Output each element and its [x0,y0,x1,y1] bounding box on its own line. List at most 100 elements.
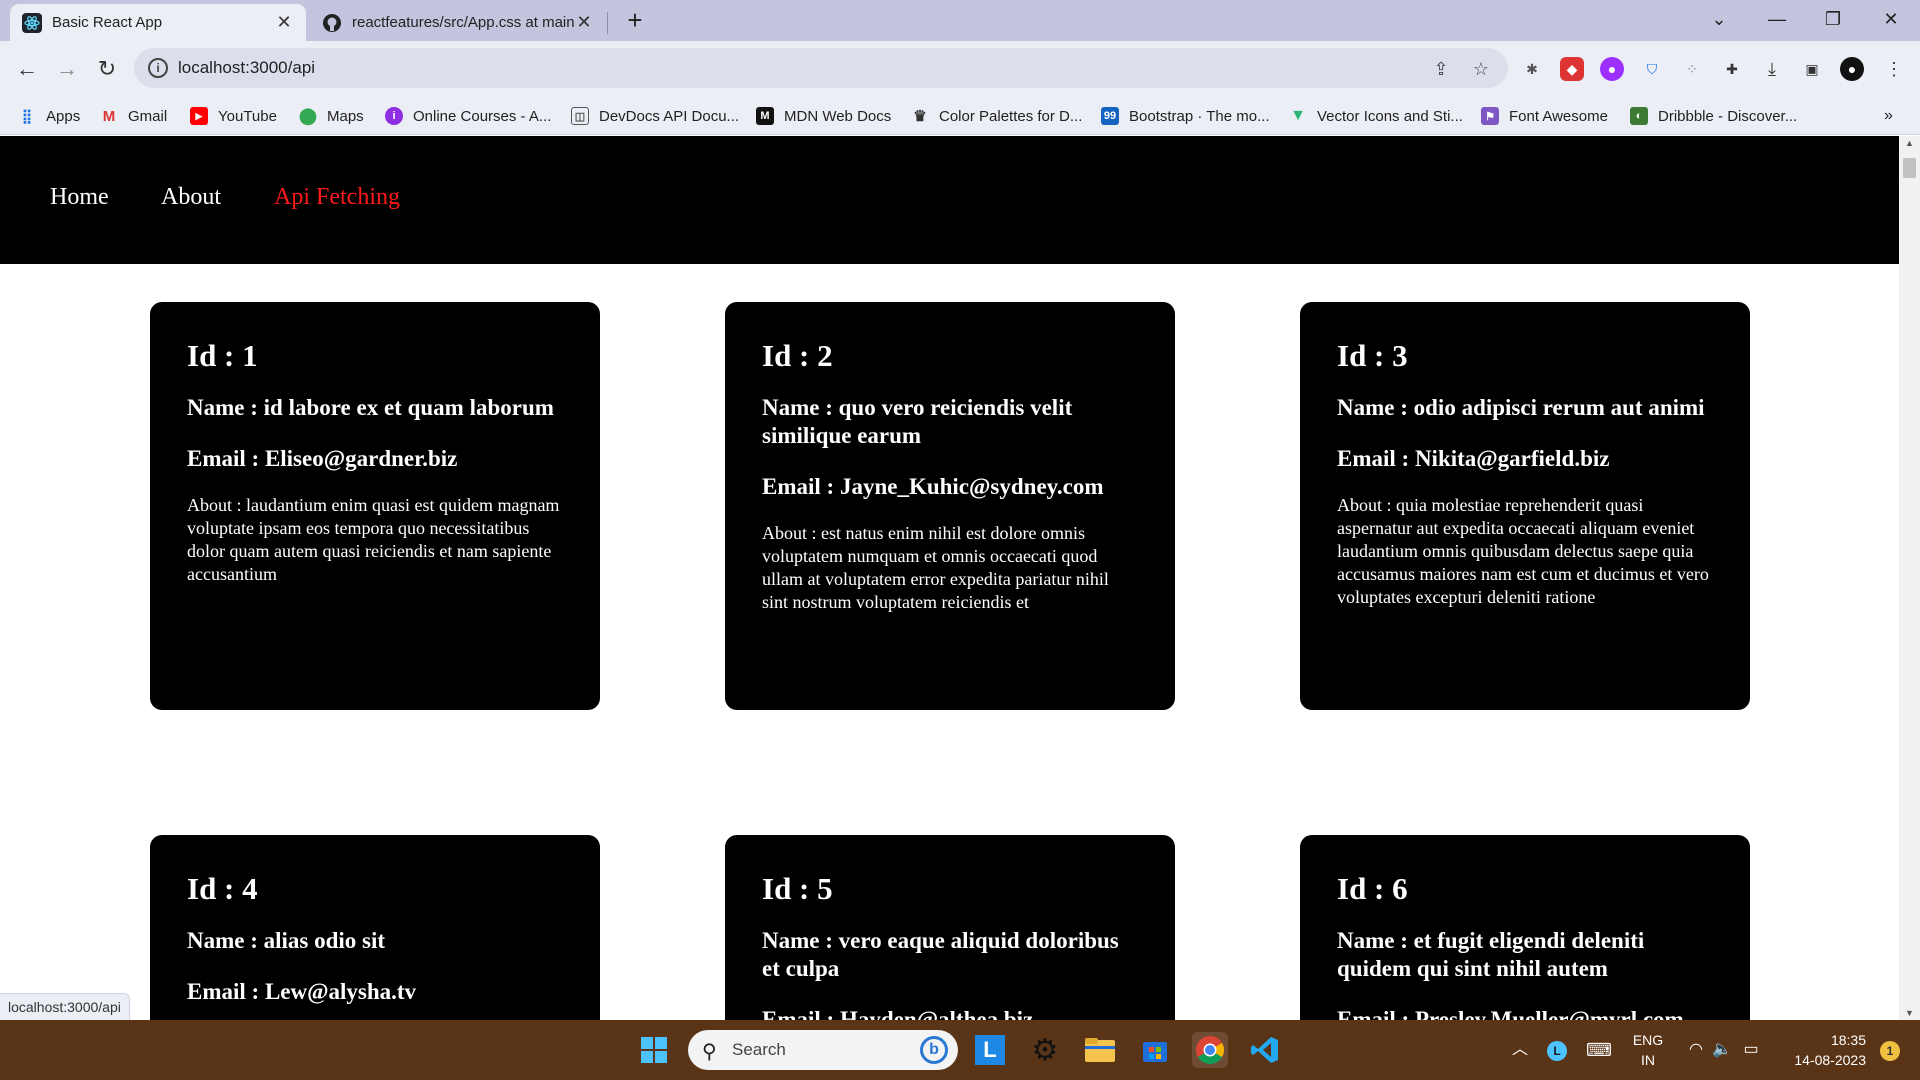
card-id: Id : 1 [187,338,258,373]
bookmark-online-courses[interactable]: i Online Courses - A... [385,106,551,126]
bookmark-gmail[interactable]: M Gmail [100,106,167,126]
card-about: About : est natus enim nihil est dolore … [762,523,1109,612]
bookmark-label: MDN Web Docs [784,107,892,125]
scroll-up-icon[interactable]: ▲ [1899,138,1920,148]
close-tab-icon[interactable]: ✕ [274,12,294,33]
card-email: Email : Lew@alysha.tv [187,979,417,1004]
extension-shield-icon[interactable]: ⛉ [1640,57,1664,81]
nav-api-fetching-link[interactable]: Api Fetching [274,184,400,211]
bookmark-devdocs[interactable]: ◫ DevDocs API Docu... [571,106,739,126]
card-name: Name : alias odio sit [187,928,386,953]
bookmark-label: YouTube [218,107,277,125]
tab-title: reactfeatures/src/App.css at main [352,14,574,31]
tab-basic-react-app[interactable]: Basic React App ✕ [10,4,306,41]
more-bookmarks-icon[interactable]: » [1884,106,1893,126]
clock[interactable]: 18:35 14-08-2023 [1770,1020,1866,1080]
bookmark-label: Bootstrap · The mo... [1129,107,1270,125]
clock-time: 18:35 [1830,1032,1866,1048]
bookmark-vector-icons[interactable]: ▼ Vector Icons and Sti... [1289,106,1463,126]
download-icon[interactable]: ⤓ [1760,57,1784,81]
bing-icon[interactable]: b [920,1036,948,1064]
tab-strip: Basic React App ✕ reactfeatures/src/App.… [0,0,1920,41]
card-id: Id : 2 [762,338,833,373]
card-email: Email : Jayne_Kuhic@sydney.com [762,474,1104,499]
url-text[interactable]: localhost:3000/api [178,58,315,78]
bookmark-label: Gmail [128,107,168,125]
bookmark-label: Online Courses - A... [413,107,552,125]
tray-chevron-up-icon[interactable]: ︿ [1508,1020,1532,1080]
github-icon [322,13,342,33]
extensions-puzzle-icon[interactable]: ✚ [1720,57,1744,81]
microsoft-store-icon[interactable] [1137,1032,1173,1068]
card-name: Name : vero eaque aliquid doloribus et c… [762,928,1119,981]
profile-avatar[interactable]: ● [1840,57,1864,81]
close-tab-icon[interactable]: ✕ [574,12,594,33]
react-logo-icon [22,12,42,33]
keyboard-icon[interactable]: ⌨ [1584,1020,1614,1080]
volume-icon[interactable]: 🔈 [1710,1020,1734,1080]
bookmark-mdn[interactable]: M MDN Web Docs [756,106,891,126]
bookmark-label: Vector Icons and Sti... [1317,107,1463,125]
back-icon[interactable]: ← [11,53,43,85]
bookmarks-bar: ⣿ Apps M Gmail ▶ YouTube ⬤ Maps i Online… [0,97,1920,135]
card-email: Email : Presley.Mueller@myrl.com [1337,1007,1684,1020]
search-label: Search [732,1040,786,1059]
battery-icon[interactable]: ▭ [1738,1020,1764,1080]
tab-search-chevron-icon[interactable]: ⌄ [1694,0,1744,40]
minimize-icon[interactable]: — [1752,0,1802,40]
scroll-down-icon[interactable]: ▼ [1899,1008,1920,1018]
user-card: Id : 4 Name : alias odio sit Email : Lew… [150,835,600,1020]
page-scrollbar[interactable]: ▲ ▼ [1899,136,1920,1020]
tray-app-icon[interactable]: L [1544,1020,1570,1080]
extension-bug-icon[interactable]: ✱ [1520,57,1544,81]
restore-icon[interactable]: ❐ [1808,0,1858,40]
nav-about-link[interactable]: About [161,184,221,211]
card-name: Name : quo vero reiciendis velit similiq… [762,395,1073,448]
windows-start-icon[interactable] [636,1032,672,1068]
bookmark-color-palettes[interactable]: ♛ Color Palettes for D... [911,106,1082,126]
card-name: Name : id labore ex et quam laborum [187,395,554,420]
site-info-icon[interactable]: i [148,58,168,78]
file-explorer-icon[interactable] [1082,1032,1118,1068]
bookmark-label: Maps [327,107,364,125]
user-card: Id : 2 Name : quo vero reiciendis velit … [725,302,1175,710]
bookmark-maps[interactable]: ⬤ Maps [299,106,364,126]
taskbar-search-box[interactable]: ⚲ Search b [688,1030,958,1070]
card-email: Email : Eliseo@gardner.biz [187,446,458,471]
mdn-icon: M [756,107,774,125]
fontawesome-icon: ⚑ [1481,107,1499,125]
card-name: Name : et fugit eligendi deleniti quidem… [1337,928,1645,981]
share-icon[interactable]: ⇪ [1430,58,1452,80]
card-id: Id : 4 [187,871,258,906]
page-viewport: Home About Api Fetching Id : 1 Name : id… [0,136,1899,1020]
app-l-icon[interactable]: L [972,1032,1008,1068]
nav-home-link[interactable]: Home [50,184,109,211]
settings-gear-icon[interactable]: ⚙ [1027,1032,1063,1068]
close-window-icon[interactable]: ✕ [1866,0,1916,40]
extension-red-icon[interactable]: ◆ [1560,57,1584,81]
extension-purple-icon[interactable]: ● [1600,57,1624,81]
tab-github-app-css[interactable]: reactfeatures/src/App.css at main ✕ [310,4,606,41]
chrome-icon[interactable] [1192,1032,1228,1068]
bookmark-star-icon[interactable]: ☆ [1470,58,1492,80]
notification-badge[interactable]: 1 [1872,1020,1908,1080]
reload-icon[interactable]: ↻ [91,53,123,85]
forward-icon[interactable]: → [51,53,83,85]
bookmark-apps[interactable]: ⣿ Apps [18,106,80,126]
vector-icon: ▼ [1290,107,1306,124]
card-name: Name : odio adipisci rerum aut animi [1337,395,1705,420]
extension-sparkle-icon[interactable]: ⁘ [1680,57,1704,81]
new-tab-icon[interactable]: + [620,6,650,36]
vscode-icon[interactable] [1247,1032,1283,1068]
language-indicator[interactable]: ENG IN [1620,1020,1676,1080]
bookmark-bootstrap[interactable]: 99 Bootstrap · The mo... [1101,106,1270,126]
menu-kebab-icon[interactable]: ⋮ [1882,57,1906,81]
wifi-icon[interactable]: ◠ [1684,1020,1708,1080]
address-bar[interactable]: i localhost:3000/api ⇪ ☆ [134,48,1508,88]
side-panel-icon[interactable]: ▣ [1800,57,1824,81]
bookmark-dribbble[interactable]: ◐ Dribbble - Discover... [1630,106,1797,126]
bookmark-youtube[interactable]: ▶ YouTube [190,106,277,126]
bookmark-font-awesome[interactable]: ⚑ Font Awesome [1481,106,1608,126]
dribbble-icon: ◐ [1630,107,1648,125]
scroll-thumb[interactable] [1903,158,1916,178]
